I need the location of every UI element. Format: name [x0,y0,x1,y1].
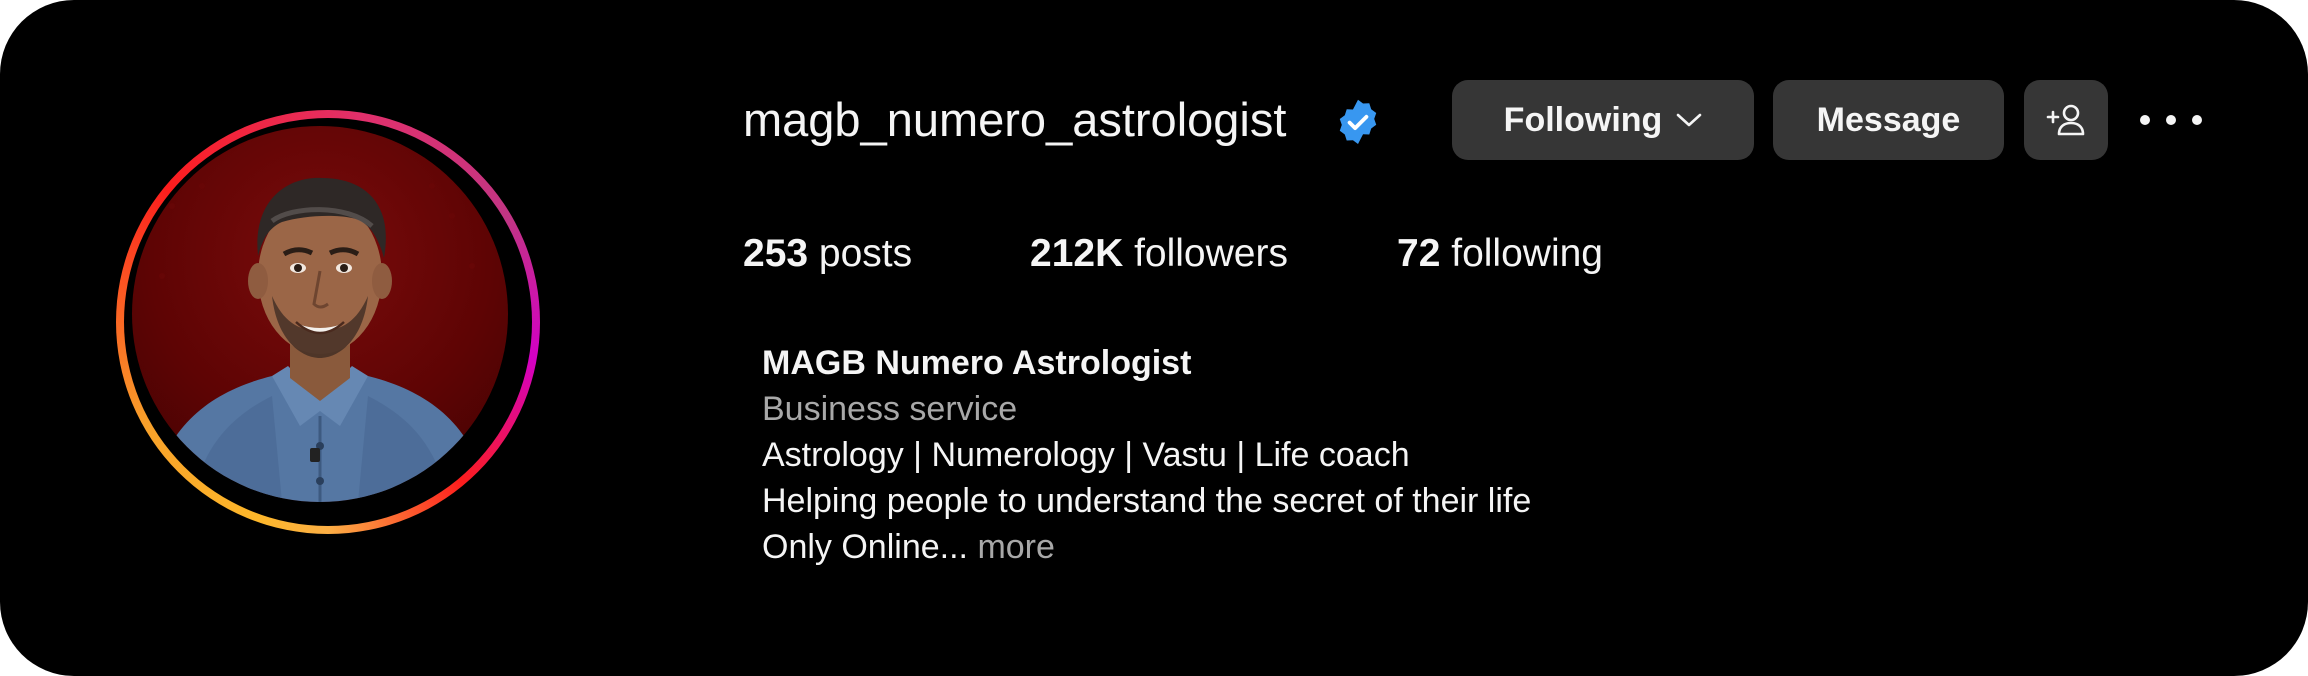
posts-number: 253 [743,232,809,275]
bio-line-text: Only Online... [762,528,968,566]
profile-bio: MAGB Numero Astrologist Business service… [762,340,1531,570]
bio-line: Astrology | Numerology | Vastu | Life co… [762,436,1410,474]
followers-link[interactable]: 212K followers [1030,228,1288,280]
following-link[interactable]: 72 following [1397,228,1603,280]
following-label: following [1451,232,1603,275]
bio-line: Helping people to understand the secret … [762,482,1532,520]
add-person-icon [2046,104,2085,136]
following-button[interactable]: Following [1452,80,1754,160]
story-ring[interactable] [116,110,540,534]
suggested-accounts-button[interactable] [2024,80,2108,160]
following-number: 72 [1397,232,1441,275]
more-dot [2166,115,2176,125]
bio-more-link[interactable]: more [977,528,1054,566]
followers-number: 212K [1030,232,1124,275]
posts-label: posts [818,232,913,275]
more-dot [2192,115,2202,125]
category-label: Business service [762,390,1018,428]
message-button-label: Message [1816,100,1961,139]
verified-badge-icon [1339,99,1377,144]
profile-header-card: magb_numero_astrologist Following Messag… [0,0,2308,676]
profile-username: magb_numero_astrologist [743,93,1287,146]
following-button-label: Following [1503,100,1663,139]
more-horizontal-icon [2140,115,2150,125]
bio-line-last: Only Online... more [762,524,1531,570]
display-name: MAGB Numero Astrologist [762,344,1192,382]
posts-count: 253 posts [743,228,912,280]
followers-label: followers [1134,232,1288,275]
more-options-button[interactable] [2140,96,2202,144]
message-button[interactable]: Message [1773,80,2004,160]
profile-avatar[interactable] [132,126,508,502]
profile-photo [152,177,488,502]
chevron-down-icon [1676,112,1702,128]
